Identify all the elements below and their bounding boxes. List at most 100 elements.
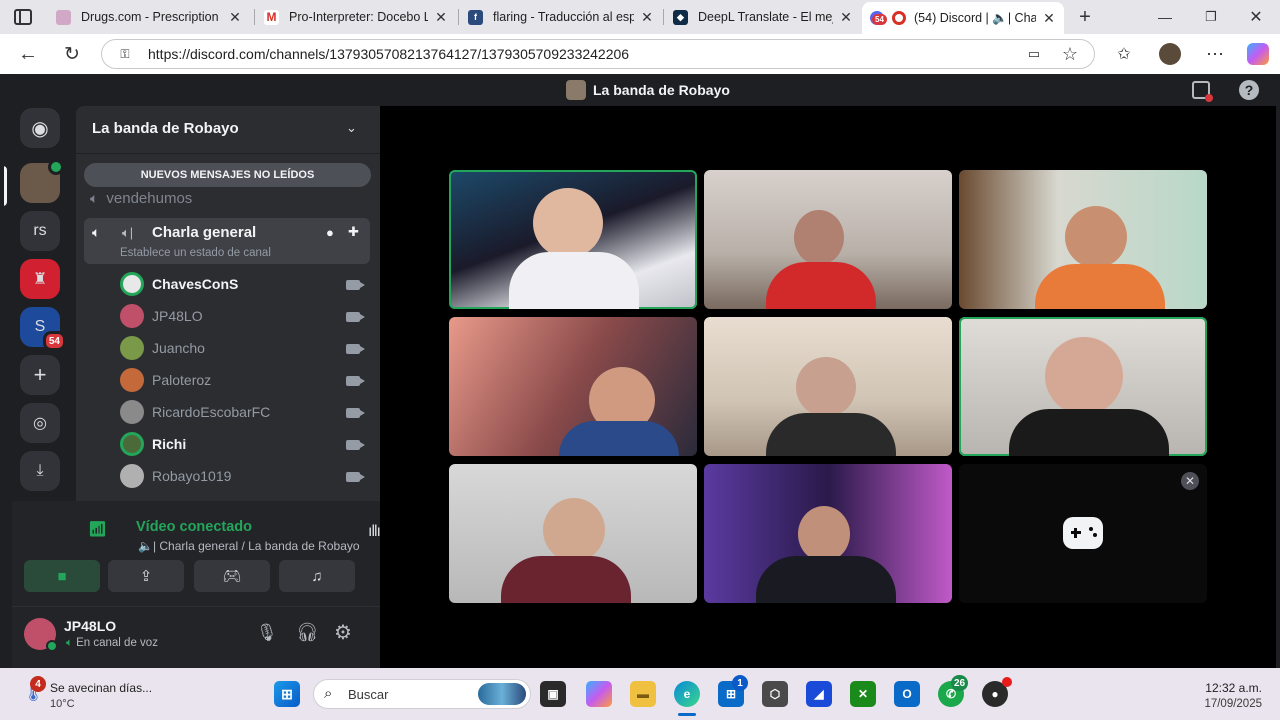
invite-icon[interactable]: ✚ bbox=[348, 224, 359, 240]
camera-icon[interactable]: ▭ bbox=[1024, 45, 1044, 63]
url-bar[interactable]: ⚿ https://discord.com/channels/137930570… bbox=[101, 39, 1095, 69]
browser-tab-active[interactable]: 54 (54) Discord | 🔈| Cha ✕ bbox=[862, 2, 1064, 34]
video-tile[interactable] bbox=[449, 464, 697, 603]
channel-status[interactable]: Establece un estado de canal bbox=[120, 247, 271, 259]
voice-channel-charla-general[interactable]: 🔈︎ 🔈︎| Charla general ● ✚ Establece un e… bbox=[84, 218, 370, 264]
close-icon[interactable]: ✕ bbox=[1181, 472, 1199, 490]
add-server-icon[interactable]: + bbox=[20, 355, 60, 395]
chevron-down-icon[interactable]: ⌄ bbox=[346, 120, 357, 136]
weather-text[interactable]: Se avecinan días... bbox=[50, 681, 152, 695]
video-tile[interactable] bbox=[704, 170, 952, 309]
voice-member[interactable]: Paloteroz bbox=[120, 366, 211, 394]
minimize-icon[interactable]: — bbox=[1156, 6, 1174, 28]
restore-icon[interactable]: ❐ bbox=[1202, 6, 1220, 28]
unread-banner[interactable]: NUEVOS MENSAJES NO LEÍDOS bbox=[84, 163, 371, 187]
headphones-icon[interactable]: 🎧︎ bbox=[296, 622, 319, 643]
voice-location[interactable]: 🔈| Charla general / La banda de Robayo bbox=[138, 539, 360, 553]
app-cube-icon[interactable]: ⬡ bbox=[762, 681, 788, 707]
task-view-icon[interactable]: ▣ bbox=[540, 681, 566, 707]
inbox-icon[interactable] bbox=[1192, 81, 1213, 102]
microphone-icon[interactable]: 🎙︎ bbox=[256, 623, 278, 643]
screen-share-button[interactable]: ⇪ bbox=[108, 560, 184, 592]
avatar bbox=[120, 272, 144, 296]
browser-tab[interactable]: Drugs.com - Prescription D ✕ bbox=[48, 3, 250, 31]
more-menu-icon[interactable]: ⋯ bbox=[1204, 43, 1226, 65]
outlook-icon[interactable]: O bbox=[894, 681, 920, 707]
camera-on-icon bbox=[346, 440, 365, 450]
weather-temp[interactable]: 10°C bbox=[50, 698, 75, 710]
new-tab-icon[interactable]: + bbox=[1074, 6, 1096, 28]
voice-member[interactable]: Robayo1019 bbox=[120, 462, 231, 490]
profile-avatar[interactable] bbox=[1159, 43, 1181, 65]
close-tab-icon[interactable]: ✕ bbox=[839, 9, 853, 26]
video-tile[interactable] bbox=[449, 317, 697, 456]
weather-icon[interactable]: 🌡︎ 4 bbox=[22, 676, 46, 704]
close-tab-icon[interactable]: ✕ bbox=[1042, 10, 1056, 27]
voice-member[interactable]: Richi bbox=[120, 430, 186, 458]
noise-suppression-icon[interactable]: ıllı bbox=[368, 523, 381, 541]
activities-button[interactable]: 🎮︎ bbox=[194, 560, 270, 592]
settings-gear-icon[interactable]: ⚙ bbox=[334, 620, 352, 645]
clock-date[interactable]: 17/09/2025 bbox=[1190, 698, 1262, 710]
favorite-star-icon[interactable]: ☆ bbox=[1060, 44, 1080, 64]
video-tile[interactable] bbox=[704, 317, 952, 456]
explore-icon[interactable]: ◎ bbox=[20, 403, 60, 443]
video-tile[interactable] bbox=[959, 317, 1207, 456]
server-rs[interactable]: rs bbox=[20, 211, 60, 251]
discord-title-bar: La banda de Robayo ? bbox=[4, 74, 1276, 106]
site-info-icon[interactable]: ⚿ bbox=[118, 47, 132, 61]
help-icon[interactable]: ? bbox=[1239, 80, 1259, 100]
video-tile[interactable] bbox=[959, 170, 1207, 309]
user-name[interactable]: JP48LO bbox=[64, 618, 116, 634]
favorites-icon[interactable]: ✩ bbox=[1113, 43, 1135, 65]
download-icon[interactable]: ⤓ bbox=[20, 451, 60, 491]
voice-member[interactable]: JP48LO bbox=[120, 302, 203, 330]
store-icon[interactable]: ⊞ 1 bbox=[718, 675, 748, 707]
tab-actions-icon[interactable] bbox=[14, 9, 32, 25]
camera-on-icon bbox=[346, 280, 365, 290]
close-tab-icon[interactable]: ✕ bbox=[228, 9, 242, 26]
clock-time[interactable]: 12:32 a.m. bbox=[1190, 681, 1262, 695]
edge-browser-icon[interactable]: e bbox=[674, 681, 700, 707]
discord-home-icon[interactable]: ◉ bbox=[20, 108, 60, 148]
copilot-taskbar-icon[interactable] bbox=[586, 681, 612, 707]
whatsapp-icon[interactable]: ✆ 26 bbox=[938, 675, 969, 707]
browser-tab[interactable]: f flaring - Traducción al espa ✕ bbox=[460, 3, 662, 31]
file-explorer-icon[interactable]: ▬ bbox=[630, 681, 656, 707]
start-windows-icon[interactable]: ⊞ bbox=[274, 681, 300, 707]
server-name[interactable]: La banda de Robayo bbox=[92, 120, 239, 137]
copilot-icon[interactable] bbox=[1247, 43, 1269, 65]
chat-bubble-icon[interactable]: ● bbox=[326, 225, 334, 240]
voice-member[interactable]: ChavesConS bbox=[120, 270, 238, 298]
close-tab-icon[interactable]: ✕ bbox=[640, 9, 654, 26]
reload-icon[interactable]: ↻ bbox=[61, 43, 83, 65]
camera-toggle-button[interactable]: ■ bbox=[24, 560, 100, 592]
video-tile[interactable] bbox=[704, 464, 952, 603]
signal-icon[interactable]: 📶︎ bbox=[88, 520, 107, 538]
voice-channel-vendehumos[interactable]: 🔈︎ vendehumos bbox=[90, 190, 192, 207]
app-blue-icon[interactable]: ◢ bbox=[806, 681, 832, 707]
avatar bbox=[120, 432, 144, 456]
user-avatar[interactable] bbox=[24, 618, 58, 652]
close-window-icon[interactable]: ✕ bbox=[1247, 6, 1265, 28]
xbox-icon[interactable]: ✕ bbox=[850, 681, 876, 707]
url-text: https://discord.com/channels/13793057082… bbox=[148, 46, 630, 62]
voice-member[interactable]: Juancho bbox=[120, 334, 205, 362]
server-la-banda-de-robayo[interactable] bbox=[20, 159, 64, 203]
server-santa-fe[interactable]: ♜ bbox=[20, 259, 60, 299]
obs-icon[interactable]: ● bbox=[982, 677, 1012, 707]
voice-status[interactable]: Vídeo conectado bbox=[136, 519, 252, 535]
taskbar-search[interactable]: ⌕ Buscar bbox=[313, 679, 531, 709]
back-icon[interactable]: ← bbox=[17, 43, 39, 65]
activity-tile[interactable]: ✕ bbox=[959, 464, 1207, 603]
voice-member[interactable]: RicardoEscobarFC bbox=[120, 398, 270, 426]
browser-tab[interactable]: M Pro-Interpreter: Docebo Lc ✕ bbox=[256, 3, 456, 31]
camera-on-icon bbox=[346, 408, 365, 418]
server-s[interactable]: S 54 bbox=[20, 307, 66, 351]
close-tab-icon[interactable]: ✕ bbox=[434, 9, 448, 26]
soundboard-button[interactable]: ♫ bbox=[279, 560, 355, 592]
video-tile[interactable] bbox=[449, 170, 697, 309]
discord-app: La banda de Robayo ? ◉ rs ♜ S 54 + ◎ ⤓ La… bbox=[4, 74, 1276, 668]
browser-tab[interactable]: ◆ DeepL Translate - El mejor ✕ bbox=[665, 3, 861, 31]
channel-sidebar: La banda de Robayo ⌄ NUEVOS MENSAJES NO … bbox=[12, 106, 421, 668]
